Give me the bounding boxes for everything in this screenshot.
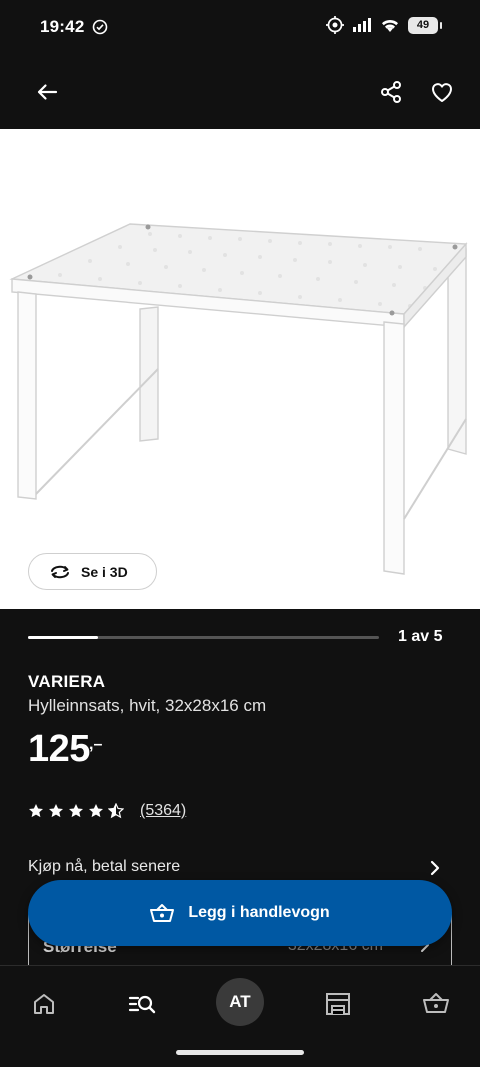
view-3d-label: Se i 3D [81,563,128,580]
star-full-icon [49,804,63,818]
home-indicator[interactable] [176,1050,304,1055]
gallery-page-indicator: 1 av 5 [398,628,443,645]
add-to-cart-button[interactable]: Legg i handlevogn [28,880,452,946]
battery-indicator: 49 [408,16,442,34]
search-list-icon[interactable] [128,990,156,1018]
product-image-gallery[interactable]: Se i 3D [0,129,480,609]
basket-icon [150,904,175,922]
buy-now-pay-later-row[interactable]: Kjøp nå, betal senere [28,856,444,882]
share-icon[interactable] [377,78,405,106]
price-suffix: ,– [89,736,103,753]
star-full-icon [89,804,103,818]
product-rating[interactable]: (5364) [28,802,186,820]
status-bar: 19:42 49 [0,0,480,56]
product-name: VARIERA [28,672,106,691]
star-full-icon [69,804,83,818]
check-circle-icon [92,19,108,35]
gallery-progress-bar [28,636,379,639]
bnpl-label: Kjøp nå, betal senere [28,858,181,875]
wifi-icon [382,19,398,32]
arrow-left-icon[interactable] [33,78,61,106]
status-time: 19:42 [40,17,85,36]
top-bar [0,56,480,129]
chevron-right-icon [430,860,440,876]
product-price: 125 [28,728,90,770]
heart-icon[interactable] [428,78,456,106]
home-icon[interactable] [30,990,58,1018]
bottom-navigation: AT [0,965,480,1067]
signal-icon [353,18,371,32]
rotate-3d-icon [51,565,69,578]
star-full-icon [29,804,43,818]
product-description: Hylleinnsats, hvit, 32x28x16 cm [28,696,267,715]
battery-level: 49 [416,19,430,31]
star-half-icon [108,803,124,819]
review-count-link[interactable]: (5364) [140,802,186,820]
gallery-progress-fill [28,636,99,639]
account-avatar[interactable]: AT [216,978,264,1026]
add-to-cart-label: Legg i handlevogn [188,904,330,921]
location-icon [326,16,344,34]
store-icon[interactable] [324,990,352,1018]
basket-icon[interactable] [422,990,450,1018]
product-image [9,223,468,575]
avatar-initials: AT [229,992,251,1011]
view-3d-button[interactable]: Se i 3D [28,553,157,590]
status-icons: 49 [326,16,442,34]
